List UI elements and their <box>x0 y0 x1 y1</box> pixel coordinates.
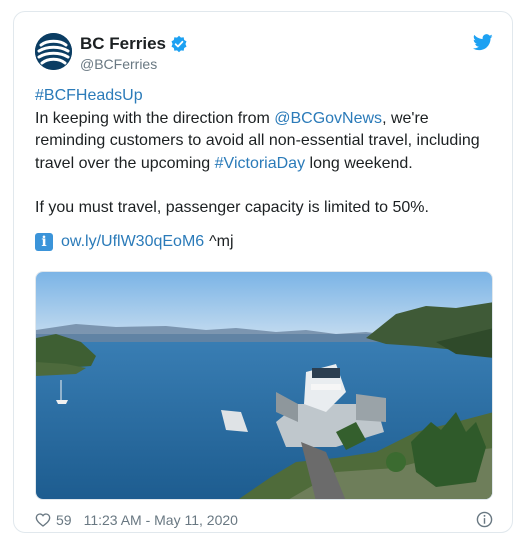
information-icon: i <box>35 232 53 251</box>
tweet-timestamp[interactable]: 11:23 AM - May 11, 2020 <box>84 512 238 528</box>
verified-badge-icon <box>171 35 187 53</box>
display-name[interactable]: BC Ferries <box>80 34 166 54</box>
tweet-text: #BCFHeadsUp In keeping with the directio… <box>35 85 500 253</box>
embedded-tweet-card: BC Ferries @BCFerries #BCFHeadsUp In kee… <box>13 11 513 533</box>
tweet-text-segment: , we're <box>382 109 429 127</box>
tweet-text-segment: travel over the upcoming <box>35 154 215 172</box>
tweet-text-segment: In keeping with the direction from <box>35 109 275 127</box>
short-url-link[interactable]: ow.ly/UflW30qEoM6 <box>61 231 204 254</box>
heart-icon[interactable] <box>35 512 51 528</box>
tweet-text-segment: long weekend. <box>305 154 413 172</box>
tweet-text-paragraph-2: If you must travel, passenger capacity i… <box>35 199 429 216</box>
author-name-row: BC Ferries <box>80 34 188 54</box>
mention-bcgovnews-link[interactable]: @BCGovNews <box>274 110 382 127</box>
bc-ferries-logo <box>35 33 72 70</box>
hashtag-victoriaday-link[interactable]: #VictoriaDay <box>215 155 305 172</box>
link-row: i ow.ly/UflW30qEoM6 ^mj <box>35 231 500 254</box>
ferry-terminal-photo <box>36 272 492 499</box>
hashtag-bcfheadsup-link[interactable]: #BCFHeadsUp <box>35 85 500 108</box>
tweet-photo[interactable] <box>35 271 493 500</box>
tweet-footer: 59 11:23 AM - May 11, 2020 <box>35 510 493 530</box>
twitter-bird-icon[interactable] <box>473 34 493 51</box>
signature-initials: ^mj <box>209 232 234 250</box>
tweet-text-line-3: travel over the upcoming #VictoriaDay lo… <box>35 153 500 176</box>
user-handle[interactable]: @BCFerries <box>80 56 157 72</box>
info-circle-icon[interactable] <box>476 511 493 528</box>
tweet-text-line-2: reminding customers to avoid all non-ess… <box>35 132 480 149</box>
tweet-text-line-1: In keeping with the direction from @BCGo… <box>35 108 500 131</box>
like-count[interactable]: 59 <box>56 512 72 528</box>
avatar[interactable] <box>35 33 72 70</box>
